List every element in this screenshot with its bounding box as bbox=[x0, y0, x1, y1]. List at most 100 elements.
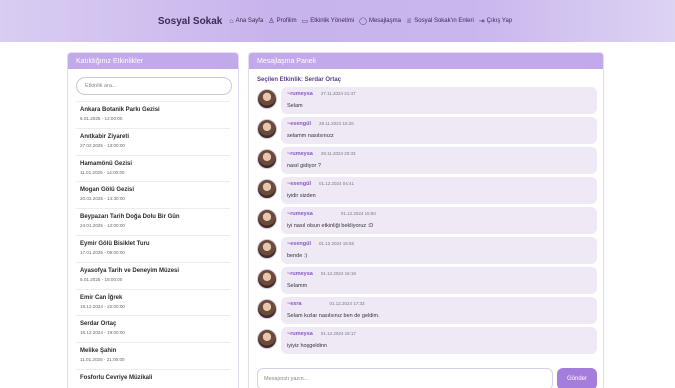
brand-logo[interactable]: Sosyal Sokak bbox=[158, 16, 222, 27]
message-bubble: ~rumeysa 27.11.2024 21:47 Selam bbox=[281, 87, 597, 114]
message-item: ~rumeysa 01.12.2024 16:19 Selamm bbox=[257, 267, 597, 297]
event-title: Beypazarı Tarih Doğa Dolu Bir Gün bbox=[80, 214, 180, 221]
message-username: ~esengül bbox=[287, 181, 311, 187]
message-bubble: ~esra 01.12.2024 17:33 Selam kızlar nasıls… bbox=[281, 297, 597, 324]
nav-item-profilim[interactable]: ♙ Profilim bbox=[268, 17, 296, 25]
message-text: Selam bbox=[287, 103, 303, 109]
message-bubble: ~rumeysa 01.12.2024 18:17 iyiyiz hoşgeldin… bbox=[281, 327, 597, 354]
message-time: 29.11.2024 20:33 bbox=[320, 151, 356, 156]
event-list-item[interactable]: Hamamönü Gezisi 11.01.2025 - 14:00:00 bbox=[76, 156, 230, 183]
avatar bbox=[257, 119, 277, 139]
event-list-item[interactable]: Melike Şahin 11.01.2025 - 21:00:00 bbox=[76, 343, 230, 370]
event-title: Melike Şahin bbox=[80, 348, 117, 355]
message-text: bende :) bbox=[287, 253, 308, 259]
logout-icon: ⇥ bbox=[478, 18, 485, 25]
event-title: Mogan Gölü Gezisi bbox=[80, 187, 135, 194]
home-icon: ⌂ bbox=[229, 17, 234, 25]
message-time: 01.12.2024 18:17 bbox=[320, 331, 356, 336]
message-username: ~esengül bbox=[287, 121, 311, 127]
message-time: 01.12.2024 04:41 bbox=[319, 181, 355, 186]
event-title: Emir Can İğrek bbox=[80, 294, 123, 301]
event-list-item[interactable]: Serdar Ortaç 18.12.2024 - 19:00:00 bbox=[76, 316, 230, 344]
message-text: iyidir sizden bbox=[287, 193, 316, 199]
user-icon: ♙ bbox=[268, 18, 275, 25]
event-list-item[interactable]: Anıtkabir Ziyareti 27.02.2025 - 13:00:00 bbox=[76, 129, 230, 156]
event-date: 11.01.2025 - 14:00:00 bbox=[80, 169, 125, 175]
avatar bbox=[257, 239, 277, 259]
nav-label: Sosyal Sokak'ın Enleri bbox=[414, 18, 474, 24]
event-date: 11.01.2025 - 21:00:00 bbox=[80, 357, 125, 363]
message-username: ~esra bbox=[287, 301, 302, 307]
event-date: 24.01.2025 - 12:00:00 bbox=[80, 223, 125, 229]
trophy-icon: ♕ bbox=[405, 18, 413, 25]
event-list-item[interactable]: Mogan Gölü Gezisi 20.02.2025 - 14:30:00 bbox=[76, 182, 230, 210]
message-username: ~rumeysa bbox=[287, 331, 313, 337]
panel-title: Katıldığınız Etkinlikler bbox=[68, 53, 238, 69]
nav-item-ana-sayfa[interactable]: ⌂ Ana Sayfa bbox=[229, 18, 263, 25]
event-title: Eymir Gölü Bisiklet Turu bbox=[80, 240, 150, 247]
event-title: Ayasofya Tarih ve Deneyim Müzesi bbox=[80, 267, 180, 274]
event-list: Ankara Botanik Parkı Gezisi 6.01.2025 - 1… bbox=[76, 101, 230, 388]
message-bubble: ~esengül 01.12.2024 04:41 iyidir sizden bbox=[281, 177, 597, 204]
nav-label: Ana Sayfa bbox=[235, 18, 264, 24]
event-date: 17.01.2025 - 09:00:00 bbox=[80, 249, 125, 255]
event-list-item[interactable]: Fosforlu Cevriye Müzikali bbox=[76, 370, 230, 388]
message-item: ~esengül 01.12.2024 15:55 bende :) bbox=[257, 237, 597, 267]
nav-item-enleri[interactable]: ♕ Sosyal Sokak'ın Enleri bbox=[406, 17, 474, 25]
send-button[interactable]: Gönder bbox=[557, 368, 597, 388]
event-search-input[interactable] bbox=[76, 77, 232, 95]
event-date: 6.01.2025 - 12:00:00 bbox=[80, 116, 123, 121]
chat-icon: ◯ bbox=[359, 18, 367, 25]
event-title: Serdar Ortaç bbox=[80, 321, 117, 328]
avatar bbox=[257, 329, 277, 349]
nav-item-etkinlik-yonetimi[interactable]: ▭ Etkinlik Yönetimi bbox=[302, 17, 355, 25]
message-item: ~esra 01.12.2024 17:33 Selam kızlar nasıls… bbox=[257, 297, 597, 327]
message-item: ~esengül 01.12.2024 04:41 iyidir sizden bbox=[257, 177, 597, 207]
message-text: iyiyiz hoşgeldinn bbox=[287, 343, 328, 349]
message-text: Selamm bbox=[287, 283, 308, 289]
nav-label: Profilim bbox=[276, 18, 297, 24]
event-title: Fosforlu Cevriye Müzikali bbox=[80, 374, 153, 381]
event-title: Hamamönü Gezisi bbox=[80, 160, 133, 167]
event-list-item[interactable]: Emir Can İğrek 18.12.2024 - 22:00:00 bbox=[76, 290, 230, 317]
message-text: Selam kızlar nasılsınız ben de geldim. bbox=[287, 313, 380, 319]
message-username: ~rumeysa bbox=[287, 271, 313, 277]
messaging-panel: Mesajlaşma Paneli Seçilen Etkinlik: Serd… bbox=[248, 52, 604, 388]
message-list[interactable]: ~rumeysa 27.11.2024 21:47 Selam ~esengül 29… bbox=[249, 87, 603, 357]
avatar bbox=[257, 89, 277, 109]
panel-title: Mesajlaşma Paneli bbox=[249, 53, 603, 69]
message-item: ~esengül 29.11.2024 15:26 selamm nasılsını… bbox=[257, 117, 597, 147]
event-title: Ankara Botanik Parkı Gezisi bbox=[80, 107, 160, 113]
main-nav: ⌂ Ana Sayfa ♙ Profilim ▭ Etkinlik Yöneti… bbox=[229, 17, 517, 26]
calendar-icon: ▭ bbox=[301, 18, 309, 25]
event-date: 5.01.2025 - 18:00:00 bbox=[80, 276, 123, 282]
nav-label: Mesajlaşma bbox=[368, 18, 401, 24]
event-date: 18.12.2024 - 22:00:00 bbox=[80, 303, 125, 309]
message-bubble: ~esengül 29.11.2024 15:26 selamm nasılsını… bbox=[281, 117, 597, 144]
message-bubble: ~rumeysa 29.11.2024 20:33 nasıl gidiyor ? bbox=[281, 147, 597, 174]
message-input[interactable] bbox=[257, 368, 553, 388]
message-text: nasıl gidiyor ? bbox=[287, 163, 321, 169]
event-title: Anıtkabir Ziyareti bbox=[80, 133, 130, 140]
avatar bbox=[257, 179, 277, 199]
event-list-item[interactable]: Beypazarı Tarih Doğa Dolu Bir Gün 24.01.2… bbox=[76, 209, 230, 236]
message-item: ~rumeysa 29.11.2024 20:33 nasıl gidiyor ? bbox=[257, 147, 597, 177]
message-time: 01.12.2024 16:19 bbox=[320, 271, 356, 276]
event-list-item[interactable]: Eymir Gölü Bisiklet Turu 17.01.2025 - 09:… bbox=[76, 236, 230, 263]
nav-item-mesajlasma[interactable]: ◯ Mesajlaşma bbox=[359, 17, 401, 25]
message-text: selamm nasılsınızz bbox=[287, 133, 334, 139]
message-time: 01.12.2024 17:33 bbox=[329, 301, 365, 306]
event-date: 27.02.2025 - 13:00:00 bbox=[80, 142, 125, 148]
message-username: ~esengül bbox=[287, 241, 311, 247]
nav-item-cikis-yap[interactable]: ⇥ Çıkış Yap bbox=[479, 17, 512, 25]
message-username: ~rumeysa bbox=[287, 151, 313, 157]
event-list-item[interactable]: Ayasofya Tarih ve Deneyim Müzesi 5.01.202… bbox=[76, 263, 230, 290]
event-list-item[interactable]: Ankara Botanik Parkı Gezisi 6.01.2025 - 1… bbox=[76, 102, 230, 129]
avatar bbox=[257, 209, 277, 229]
message-time: 27.11.2024 21:47 bbox=[320, 91, 356, 96]
event-date: 20.02.2025 - 14:30:00 bbox=[80, 196, 125, 202]
selected-event-label: Seçilen Etkinlik: Serdar Ortaç bbox=[257, 77, 342, 83]
message-item: ~rumeysa 01.12.2024 15:50 iyi nasıl olsun … bbox=[257, 207, 597, 237]
top-navbar: Sosyal Sokak ⌂ Ana Sayfa ♙ Profilim ▭ Et… bbox=[0, 0, 675, 42]
message-time: 01.12.2024 15:55 bbox=[319, 241, 355, 246]
